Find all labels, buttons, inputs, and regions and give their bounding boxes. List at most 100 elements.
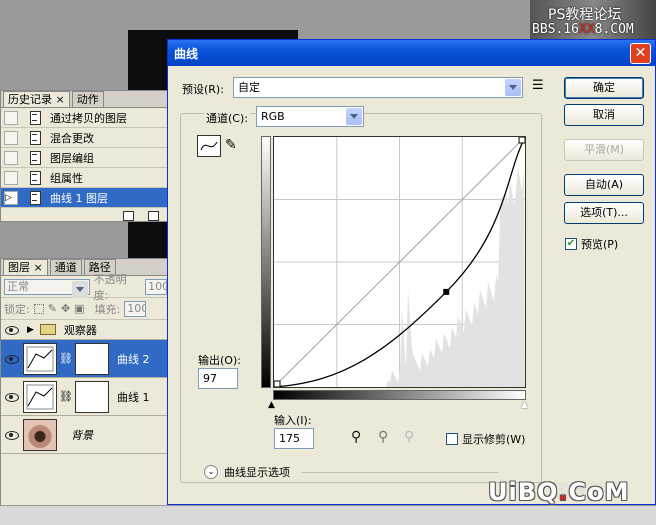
watermark-top-url: BBS.16XX8.COM [532, 22, 634, 37]
visibility-eye-icon[interactable] [3, 323, 21, 337]
fill-input[interactable]: 100 [124, 300, 147, 317]
layer-row-group[interactable]: ▶ 观察器 [1, 320, 167, 340]
history-snapshot-checkbox[interactable] [4, 170, 18, 185]
history-snapshot-checkbox[interactable] [4, 150, 18, 165]
show-clipping-row[interactable]: 显示修剪(W) [446, 431, 525, 447]
history-item-label: 组属性 [50, 171, 83, 185]
camera-icon[interactable] [148, 211, 159, 221]
close-icon[interactable]: ✕ [630, 43, 651, 64]
layers-tabs: 图层 × 通道 路径 [1, 259, 167, 276]
history-item[interactable]: 图层编组 [1, 148, 167, 168]
dialog-titlebar[interactable]: 曲线 ✕ [168, 40, 655, 66]
curve-tool-icon[interactable] [197, 135, 221, 157]
dialog-title: 曲线 [174, 46, 199, 61]
ok-button[interactable]: 确定 [564, 77, 644, 99]
curves-adjustment-icon [23, 342, 57, 375]
tab-layers[interactable]: 图层 × [3, 259, 48, 275]
layer-row-curves1[interactable]: ⛓ 曲线 1 [1, 378, 167, 416]
layer-mask-thumbnail[interactable] [74, 380, 109, 413]
link-chain-icon: ⛓ [59, 390, 73, 403]
history-item[interactable]: ▷ 曲线 1 图层 [1, 188, 167, 208]
curve-graph[interactable] [273, 136, 526, 388]
history-state-icon [28, 170, 42, 185]
show-clipping-checkbox[interactable] [446, 433, 458, 445]
history-state-icon [28, 190, 42, 205]
history-item[interactable]: 通过拷贝的图层 [1, 108, 167, 128]
output-gradient-bar [261, 136, 271, 388]
preview-checkbox[interactable]: ✔ [565, 238, 577, 250]
history-item-label: 曲线 1 图层 [50, 191, 108, 205]
watermark-top: PS教程论坛 [548, 7, 622, 23]
history-item-label: 图层编组 [50, 151, 94, 165]
preview-checkbox-row[interactable]: ✔ 预览(P) [565, 236, 618, 252]
padlock-icon[interactable]: ▣ [74, 302, 84, 315]
options-button[interactable]: 选项(T)... [564, 202, 644, 224]
history-snapshot-checkbox[interactable]: ▷ [4, 190, 18, 205]
lock-label: 锁定: [4, 302, 30, 316]
history-footer [1, 208, 167, 224]
history-item-label: 混合更改 [50, 131, 94, 145]
curves-dialog: 曲线 ✕ 预设(R): 自定 ☰ 确定 取消 平滑(M) 自动(A) 选项(T)… [167, 39, 656, 505]
white-slider-icon[interactable]: ▲ [521, 400, 528, 410]
lock-transparency-icon[interactable] [33, 303, 44, 314]
preview-label: 预览(P) [581, 238, 619, 251]
fill-label: 填充: [94, 302, 121, 316]
history-state-icon [28, 150, 42, 165]
auto-button[interactable]: 自动(A) [564, 174, 644, 196]
curves-adjustment-icon [23, 380, 57, 413]
history-list: 通过拷贝的图层 混合更改图层编组组属性 ▷ 曲线 1 图层 [1, 108, 167, 208]
history-item[interactable]: 组属性 [1, 168, 167, 188]
link-chain-icon: ⛓ [59, 352, 73, 365]
move-lock-icon[interactable]: ✥ [61, 302, 70, 315]
history-state-icon [28, 110, 42, 125]
new-document-icon[interactable] [123, 211, 134, 221]
history-snapshot-checkbox[interactable] [4, 110, 18, 125]
black-slider-icon[interactable]: ▲ [268, 400, 275, 410]
preset-select[interactable]: 自定 [233, 77, 523, 98]
history-panel: 历史记录 × 动作 通过拷贝的图层 混合更改图层编组组属性 ▷ 曲线 1 图层 [0, 90, 168, 222]
output-field[interactable]: 97 [198, 368, 238, 389]
input-field[interactable]: 175 [274, 428, 314, 449]
expand-triangle-icon[interactable]: ▶ [27, 325, 34, 335]
pencil-icon[interactable]: ✎ [225, 137, 237, 153]
layer-row-curves2[interactable]: ⛓ 曲线 2 [1, 340, 167, 378]
channel-label: 通道(C): [204, 110, 250, 126]
visibility-eye-icon[interactable] [3, 352, 21, 366]
divider [302, 472, 498, 473]
black-eyedropper-icon[interactable]: ⚲ [351, 429, 361, 445]
history-item-label: 通过拷贝的图层 [50, 111, 127, 125]
brush-lock-icon[interactable]: ✎ [48, 302, 57, 315]
opacity-input[interactable]: 100 [145, 278, 167, 295]
curve-control-point[interactable] [518, 136, 526, 144]
chevron-down-icon[interactable]: ⌄ [204, 465, 218, 479]
curve-control-point[interactable] [273, 380, 281, 388]
gray-eyedropper-icon[interactable]: ⚲ [378, 429, 388, 445]
preset-label: 预设(R): [182, 83, 224, 96]
blend-mode-select[interactable]: 正常 [4, 278, 90, 298]
preset-options-icon[interactable]: ☰ [532, 78, 544, 93]
smooth-button[interactable]: 平滑(M) [564, 139, 644, 161]
display-options-toggle[interactable]: ⌄ 曲线显示选项 [204, 464, 290, 480]
white-eyedropper-icon[interactable]: ⚲ [404, 429, 414, 445]
blend-options-row: 正常 不透明度: 100 [1, 273, 167, 302]
curve-control-point[interactable] [443, 288, 450, 295]
visibility-eye-icon[interactable] [3, 390, 21, 404]
layer-name: 曲线 2 [116, 352, 150, 366]
display-options-label: 曲线显示选项 [224, 466, 290, 479]
history-state-icon [28, 130, 42, 145]
tab-channels[interactable]: 通道 [49, 259, 82, 275]
tab-actions[interactable]: 动作 [71, 91, 104, 107]
input-gradient-bar [273, 390, 526, 400]
layer-row-background[interactable]: 背景 [1, 416, 167, 454]
layer-mask-thumbnail[interactable] [74, 342, 109, 375]
channel-select[interactable]: RGB [256, 106, 364, 127]
show-clipping-label: 显示修剪(W) [462, 433, 526, 446]
cancel-button[interactable]: 取消 [564, 104, 644, 126]
tab-history[interactable]: 历史记录 × [3, 91, 70, 107]
visibility-eye-icon[interactable] [3, 428, 21, 442]
curve-svg[interactable] [273, 136, 526, 388]
folder-icon [39, 324, 56, 335]
history-snapshot-checkbox[interactable] [4, 130, 18, 145]
lock-options-row: 锁定: ✎ ✥ ▣ 填充: 100 [1, 298, 167, 320]
history-item[interactable]: 混合更改 [1, 128, 167, 148]
